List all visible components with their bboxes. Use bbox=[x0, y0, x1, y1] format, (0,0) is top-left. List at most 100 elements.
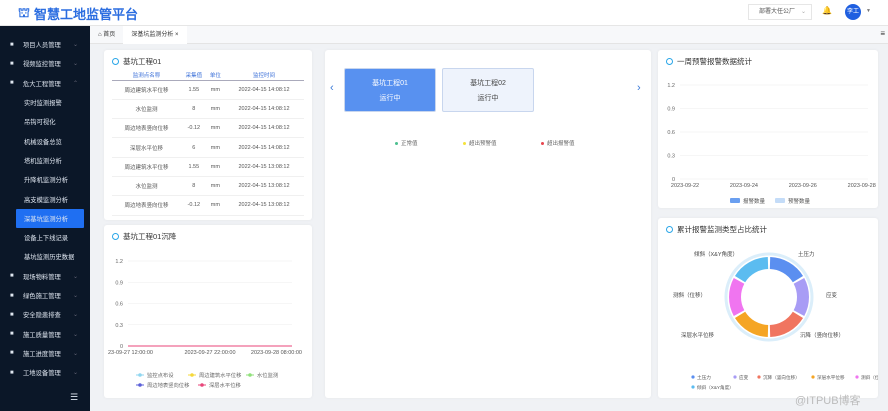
table-cell: 2022-04-15 13:08:12 bbox=[223, 195, 304, 216]
legend-label: 正常值 bbox=[401, 141, 418, 147]
legend-label: 水位监测 bbox=[257, 371, 278, 379]
legend-marker bbox=[190, 373, 194, 377]
sidebar-subitem[interactable]: 实时监测报警 bbox=[0, 93, 90, 112]
caret-down-icon[interactable]: ▼ bbox=[866, 8, 871, 14]
card-title: 基坑工程01 bbox=[123, 57, 162, 66]
table-cell: mm bbox=[206, 80, 224, 100]
sidebar-subitem[interactable]: 升降机监测分析 bbox=[0, 170, 90, 189]
sidebar-item[interactable]: ■ 施工进度管理 ⌄ bbox=[0, 344, 90, 363]
chevron-down-icon: ⌄ bbox=[72, 273, 78, 280]
sidebar-item[interactable]: ■ 项目人员管理 ⌄ bbox=[0, 35, 90, 54]
bell-icon[interactable]: 🔔 bbox=[822, 6, 832, 15]
y-tick-label: 1.2 bbox=[667, 83, 675, 89]
x-tick-label: 23-09-27 12:00:00 bbox=[108, 350, 153, 356]
check-icon: ■ bbox=[10, 331, 14, 338]
legend-label: 周边建筑水平位移 bbox=[199, 371, 242, 379]
legend-dot bbox=[691, 385, 695, 389]
legend-item: 正常值 bbox=[395, 139, 418, 147]
slice-label: 深层水平位移 bbox=[681, 331, 715, 339]
chevron-right-icon[interactable]: › bbox=[637, 82, 641, 94]
table-cell: 2022-04-15 14:08:12 bbox=[223, 118, 304, 139]
chevron-left-icon[interactable]: ‹ bbox=[330, 82, 334, 94]
tab-label: 首页 bbox=[103, 31, 116, 38]
progress-icon: ■ bbox=[10, 350, 14, 357]
pie-slice bbox=[769, 311, 804, 337]
table-row: 周边地表竖向位移 -0.12 mm 2022-04-15 13:08:12 bbox=[112, 195, 304, 216]
logo-icon: ⛫ bbox=[18, 4, 30, 20]
legend-label: 预警数量 bbox=[788, 197, 811, 205]
legend-dot bbox=[691, 375, 695, 379]
project-status: 运行中 bbox=[379, 95, 401, 102]
column-header: 监测点名称 bbox=[112, 70, 181, 81]
legend-item: 超出报警值 bbox=[541, 139, 575, 147]
y-tick-label: 0.6 bbox=[667, 130, 675, 136]
sidebar-subitem[interactable]: 高支模监测分析 bbox=[0, 189, 90, 208]
tab-bar: ⌂ 首页 深基坑监测分析 × ≡ bbox=[90, 25, 888, 44]
shield-icon: ■ bbox=[10, 311, 14, 318]
chevron-down-icon: ⌄ bbox=[72, 312, 78, 319]
video-icon: ■ bbox=[10, 60, 14, 67]
table-cell: mm bbox=[206, 195, 224, 216]
x-tick-label: 2023-09-24 bbox=[730, 183, 758, 189]
sidebar-subitem[interactable]: 塔机监测分析 bbox=[0, 151, 90, 170]
table-cell: 周边建筑水平位移 bbox=[112, 157, 181, 177]
top-header: ⛫ 智慧工地监管平台 部署大任公厂 ⌄ 🔔 李工 ▼ bbox=[0, 0, 888, 26]
x-tick-label: 2023-09-28 08:00:00 bbox=[251, 350, 302, 356]
box-icon: ■ bbox=[10, 273, 14, 280]
sidebar-subitem[interactable]: 设备上下线记录 bbox=[0, 228, 90, 247]
sidebar-item[interactable]: ■ 安全隐患排查 ⌄ bbox=[0, 305, 90, 324]
sidebar-subitem[interactable]: 机械设备总览 bbox=[0, 131, 90, 150]
sidebar-item[interactable]: ■ 视频监控管理 ⌄ bbox=[0, 54, 90, 73]
monitor-table: 监测点名称 采集值 单位 监控时间 周边建筑水平位移 1.55 mm 2022-04-15 1… bbox=[112, 70, 304, 216]
legend-dot bbox=[855, 375, 859, 379]
sidebar-item-label: 绿色施工管理 bbox=[23, 293, 61, 300]
legend-label: 深层水平位移 bbox=[817, 374, 845, 381]
avatar[interactable]: 李工 bbox=[845, 4, 861, 20]
sidebar-subitem[interactable]: 基坑监测历史数据 bbox=[0, 247, 90, 266]
table-cell: 2022-04-15 13:08:12 bbox=[223, 157, 304, 177]
slice-label: 倾斜（X&Y角度） bbox=[694, 250, 738, 258]
close-icon[interactable]: × bbox=[173, 32, 179, 38]
chevron-down-icon: ⌄ bbox=[72, 293, 78, 299]
building-icon: ■ bbox=[10, 80, 14, 87]
project-card: ‹ › 基坑工程01 运行中 基坑工程02 运行中 正常值 超出预警值 超出报警值 bbox=[325, 50, 651, 398]
project-tile[interactable]: 基坑工程01 运行中 bbox=[344, 68, 436, 112]
table-cell: 周边地表竖向位移 bbox=[112, 118, 181, 139]
chevron-down-icon: ⌄ bbox=[72, 42, 78, 49]
chevron-down-icon: ⌄ bbox=[72, 350, 78, 357]
legend-label: 测斜（位移） bbox=[861, 374, 878, 381]
legend-label: 深层水平位移 bbox=[209, 381, 241, 389]
legend-label: 报警数量 bbox=[743, 197, 766, 205]
watermark: @ITPUB博客 bbox=[795, 395, 861, 407]
column-header: 采集值 bbox=[180, 70, 207, 81]
legend-marker bbox=[138, 373, 142, 377]
weekly-alarm-card: 一周预警报警数据统计 0 0.3 0.6 0.9 1.2 2023-09-22 2023-0… bbox=[658, 50, 878, 208]
legend-swatch bbox=[775, 198, 785, 203]
org-select[interactable]: 部署大任公厂 ⌄ bbox=[748, 4, 812, 20]
sidebar-item[interactable]: ■ 工地设备管理 ⌄ bbox=[0, 363, 90, 382]
tab-deep-pit[interactable]: 深基坑监测分析 × bbox=[123, 25, 187, 44]
tab-home[interactable]: ⌂ 首页 bbox=[90, 26, 123, 44]
target-icon bbox=[112, 58, 119, 65]
chevron-down-icon: ⌄ bbox=[800, 9, 806, 15]
legend-marker bbox=[138, 383, 142, 387]
menu-icon[interactable]: ≡ bbox=[880, 29, 885, 38]
device-icon: ■ bbox=[10, 369, 14, 376]
sidebar-item[interactable]: ■ 绿色施工管理 ⌄ bbox=[0, 286, 90, 305]
table-row: 周边地表竖向位移 -0.12 mm 2022-04-15 14:08:12 bbox=[112, 118, 304, 139]
sidebar-subitem[interactable]: 吊钩可视化 bbox=[0, 112, 90, 131]
project-tile[interactable]: 基坑工程02 运行中 bbox=[442, 68, 534, 112]
sidebar-item[interactable]: ■ 现场物料管理 ⌄ bbox=[0, 267, 90, 286]
legend-dot bbox=[757, 375, 761, 379]
legend-marker bbox=[200, 383, 204, 387]
leaf-icon: ■ bbox=[10, 292, 14, 299]
sidebar-item[interactable]: ■ 施工质量管理 ⌄ bbox=[0, 324, 90, 343]
sidebar-subitem[interactable]: 深基坑监测分析 bbox=[16, 208, 84, 228]
legend-label: 土压力 bbox=[697, 374, 711, 381]
sidebar-item[interactable]: ■ 危大工程管理 ⌃ bbox=[0, 74, 90, 93]
pie-chart: 土压力应变沉降（竖向位移）深层水平位移测斜（位移）倾斜（X&Y角度）土压力 应变沉… bbox=[673, 250, 878, 391]
table-cell: -0.12 bbox=[180, 195, 207, 216]
sidebar-item-label: 安全隐患排查 bbox=[23, 312, 61, 320]
legend-dot bbox=[733, 375, 737, 379]
collapse-menu-icon[interactable]: ☰ bbox=[70, 392, 78, 403]
